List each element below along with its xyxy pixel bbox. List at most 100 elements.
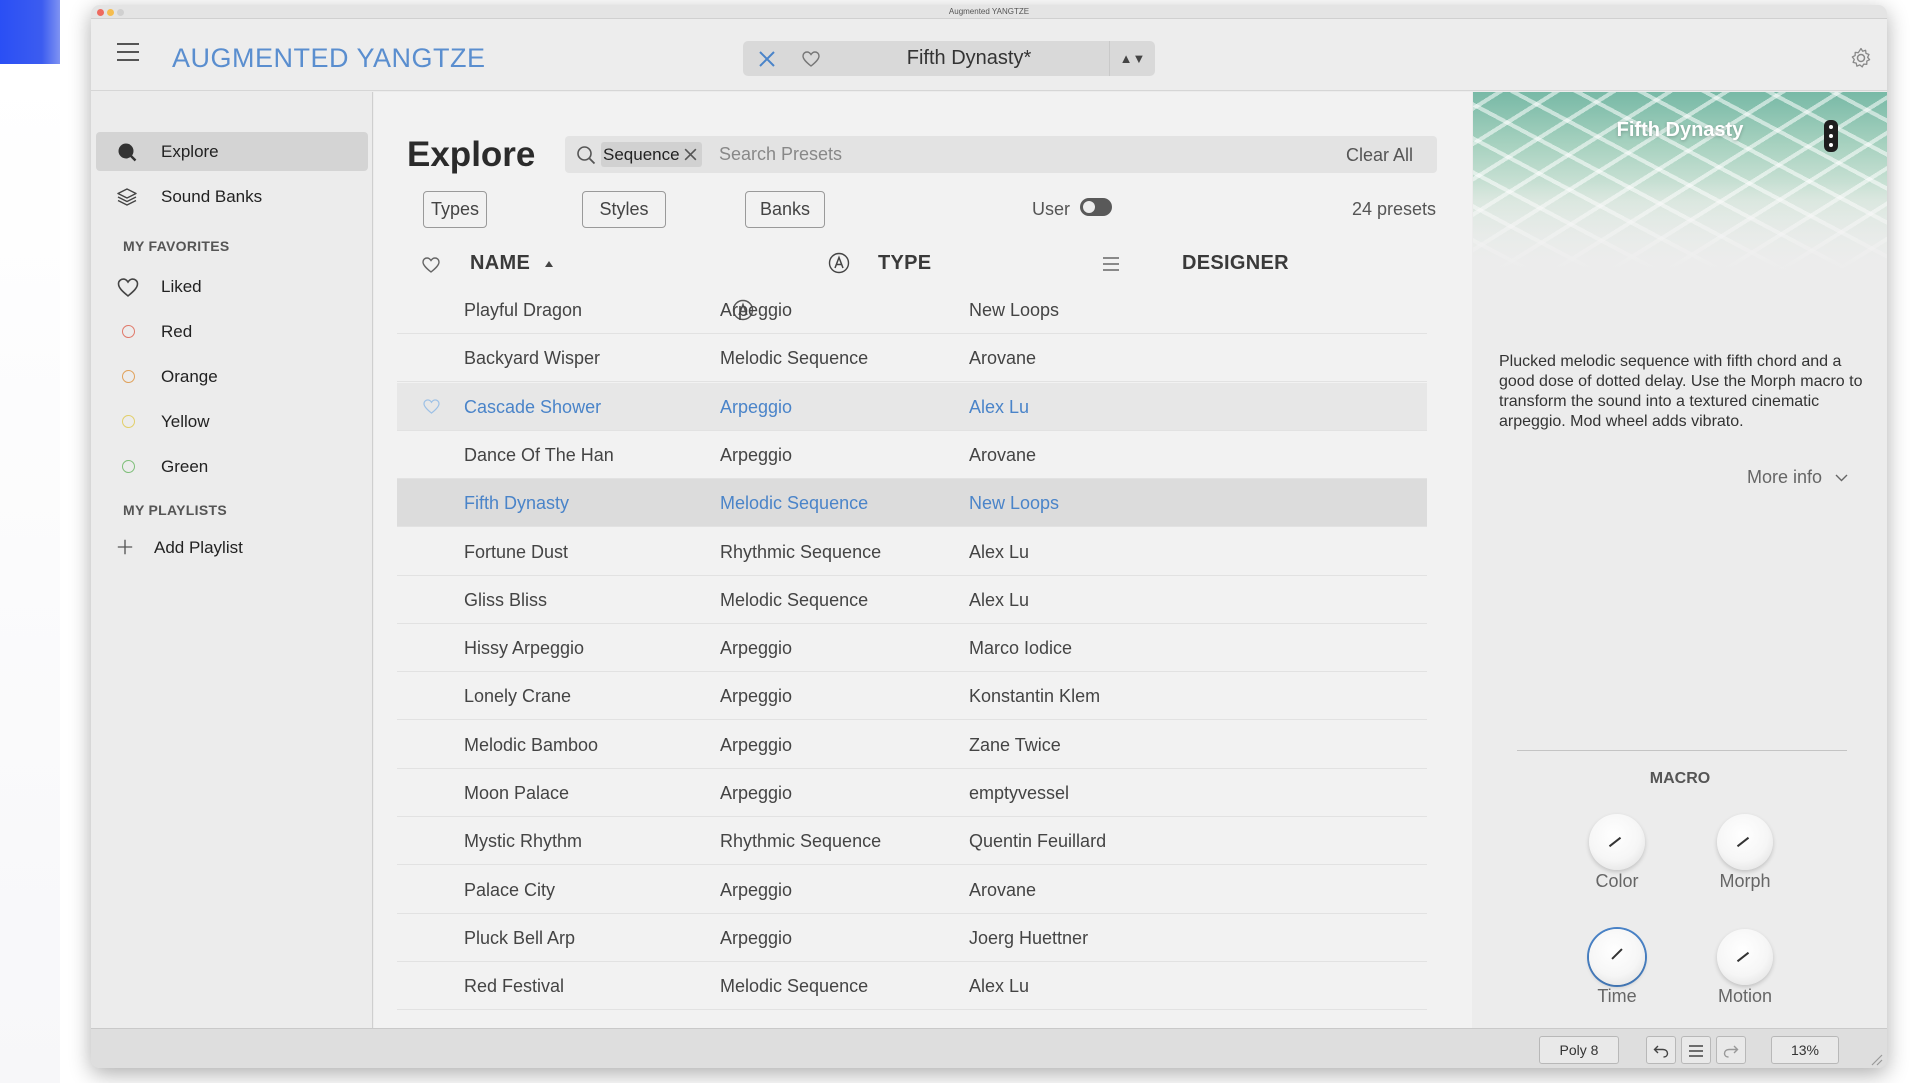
sidebar-item-liked[interactable]: Liked [96, 267, 368, 306]
like-preset-button[interactable] [793, 41, 829, 76]
preset-designer-cell: emptyvessel [969, 783, 1070, 803]
preset-type-cell: Arpeggio [720, 879, 793, 900]
knob-label: Time [1597, 986, 1637, 1006]
search-input[interactable] [719, 136, 1279, 173]
undo-button[interactable] [1646, 1036, 1676, 1064]
filter-chip-sequence[interactable]: Sequence [601, 142, 702, 167]
table-row[interactable]: Melodic Bamboo Arpeggio Zane Twice [397, 721, 1427, 769]
table-row[interactable]: Playful Dragon Arpeggio New Loops [397, 286, 1427, 334]
styles-filter-button[interactable]: Styles [582, 191, 666, 228]
heart-icon [117, 278, 139, 297]
preset-nav-arrows[interactable]: ▲▼ [1109, 41, 1155, 76]
yellow-color-dot-icon [122, 415, 135, 428]
divider [1517, 750, 1847, 751]
preset-description: Plucked melodic sequence with fifth chor… [1499, 353, 1863, 430]
knob-indicator [1736, 951, 1750, 963]
app-window: Augmented YANGTZE AUGMENTED YANGTZE Fift… [91, 5, 1887, 1068]
column-header-type[interactable]: TYPE [878, 252, 931, 275]
sidebar-item-orange[interactable]: Orange [96, 357, 368, 396]
sidebar-item-label: Orange [161, 367, 218, 386]
preset-designer-cell: Alex Lu [969, 976, 1030, 997]
preset-name-cell: Moon Palace [464, 783, 570, 803]
table-row[interactable]: Mystic Rhythm Rhythmic Sequence Quentin Fe… [397, 817, 1427, 866]
desktop-background [0, 0, 60, 64]
sidebar-item-label: Explore [161, 142, 219, 161]
sort-ascending-icon [544, 260, 553, 267]
plus-icon [117, 539, 133, 555]
time-knob[interactable] [1589, 929, 1645, 985]
sidebar-item-label: Sound Banks [161, 187, 263, 206]
table-row[interactable]: Moon Palace Arpeggio emptyvessel [397, 769, 1427, 817]
menu-icon[interactable] [117, 43, 139, 61]
preset-count: 24 presets [1351, 199, 1436, 219]
page-title: Explore [407, 135, 536, 174]
more-options-icon[interactable] [1824, 120, 1838, 152]
user-toggle-label: User [1032, 199, 1071, 219]
redo-button[interactable] [1716, 1036, 1746, 1064]
auto-icon[interactable] [828, 252, 850, 274]
knob-indicator [1608, 836, 1622, 848]
history-button[interactable] [1681, 1036, 1711, 1064]
heart-icon [802, 50, 820, 67]
app-title: AUGMENTED YANGTZE [172, 43, 486, 73]
preset-designer-cell: Zane Twice [969, 734, 1061, 755]
preset-designer-cell: Konstantin Klem [969, 686, 1101, 707]
sidebar-item-explore[interactable]: Explore [96, 132, 368, 171]
table-row[interactable]: Pluck Bell Arp Arpeggio Joerg Huettner [397, 914, 1427, 962]
heart-icon[interactable] [422, 257, 440, 273]
more-info-label: More info [1747, 467, 1823, 487]
knob-label: Morph [1719, 871, 1771, 891]
list-icon[interactable] [1102, 257, 1120, 271]
preset-designer-cell: New Loops [969, 493, 1060, 514]
color-knob[interactable] [1589, 814, 1645, 870]
title-bar: Augmented YANGTZE [91, 5, 1887, 19]
banks-filter-button[interactable]: Banks [745, 191, 825, 228]
close-icon[interactable] [683, 147, 698, 162]
table-row[interactable]: Lonely Crane Arpeggio Konstantin Klem [397, 672, 1427, 721]
preset-details-panel: Fifth Dynasty Plucked melodic sequence w… [1473, 92, 1887, 1028]
preset-name-cell: Fifth Dynasty [464, 493, 570, 514]
sidebar-item-red[interactable]: Red [96, 312, 368, 351]
sidebar-item-green[interactable]: Green [96, 447, 368, 486]
table-row[interactable]: Fortune Dust Rhythmic Sequence Alex Lu [397, 528, 1427, 576]
search-box: Sequence Clear All [565, 136, 1437, 173]
user-toggle[interactable] [1080, 198, 1112, 216]
sidebar-item-sound-banks[interactable]: Sound Banks [96, 177, 368, 216]
preset-type-cell: Melodic Sequence [720, 976, 869, 997]
column-header-designer[interactable]: DESIGNER [1182, 252, 1289, 275]
current-preset-name[interactable]: Fifth Dynasty* [831, 41, 1107, 76]
close-preset-browser-button[interactable] [743, 41, 791, 76]
types-filter-button[interactable]: Types [423, 191, 487, 228]
column-header-label: NAME [470, 252, 531, 274]
search-icon [577, 146, 596, 165]
knob-label: Motion [1717, 986, 1773, 1006]
column-header-name[interactable]: NAME [470, 252, 554, 275]
poly-mode-button[interactable]: Poly 8 [1539, 1036, 1619, 1064]
table-row[interactable]: Cascade Shower Arpeggio Alex Lu [397, 382, 1427, 431]
add-playlist-button[interactable]: Add Playlist [96, 528, 368, 567]
sidebar-item-label: Red [161, 322, 193, 341]
table-row[interactable]: Backyard Wisper Melodic Sequence Arovane [397, 334, 1427, 383]
table-row[interactable]: Hissy Arpeggio Arpeggio Marco Iodice [397, 624, 1427, 673]
table-row[interactable]: Gliss Bliss Melodic Sequence Alex Lu [397, 576, 1427, 624]
table-row[interactable]: Red Festival Melodic Sequence Alex Lu [397, 962, 1427, 1011]
preset-name-cell: Gliss Bliss [464, 589, 548, 610]
more-info-button[interactable]: More info [1747, 467, 1848, 488]
morph-knob[interactable] [1717, 814, 1773, 870]
motion-knob[interactable] [1717, 929, 1773, 985]
preset-type-cell: Arpeggio [720, 734, 793, 755]
preset-table: Playful Dragon Arpeggio New Loops Backyard … [397, 286, 1427, 1028]
table-row[interactable]: Dance Of The Han Arpeggio Arovane [397, 431, 1427, 479]
orange-color-dot-icon [122, 370, 135, 383]
redo-icon [1723, 1045, 1739, 1058]
gear-icon[interactable] [1850, 47, 1872, 69]
table-row[interactable]: Fifth Dynasty Melodic Sequence New Loops [397, 479, 1427, 528]
preset-name-cell: Lonely Crane [464, 686, 572, 707]
heart-icon[interactable] [423, 398, 440, 414]
preset-type-cell: Rhythmic Sequence [720, 541, 882, 562]
table-row[interactable]: Palace City Arpeggio Arovane [397, 866, 1427, 914]
clear-all-button[interactable]: Clear All [1346, 145, 1413, 166]
resize-handle-icon[interactable] [1869, 1052, 1883, 1066]
sidebar-item-yellow[interactable]: Yellow [96, 402, 368, 441]
preset-name-cell: Pluck Bell Arp [464, 927, 576, 948]
